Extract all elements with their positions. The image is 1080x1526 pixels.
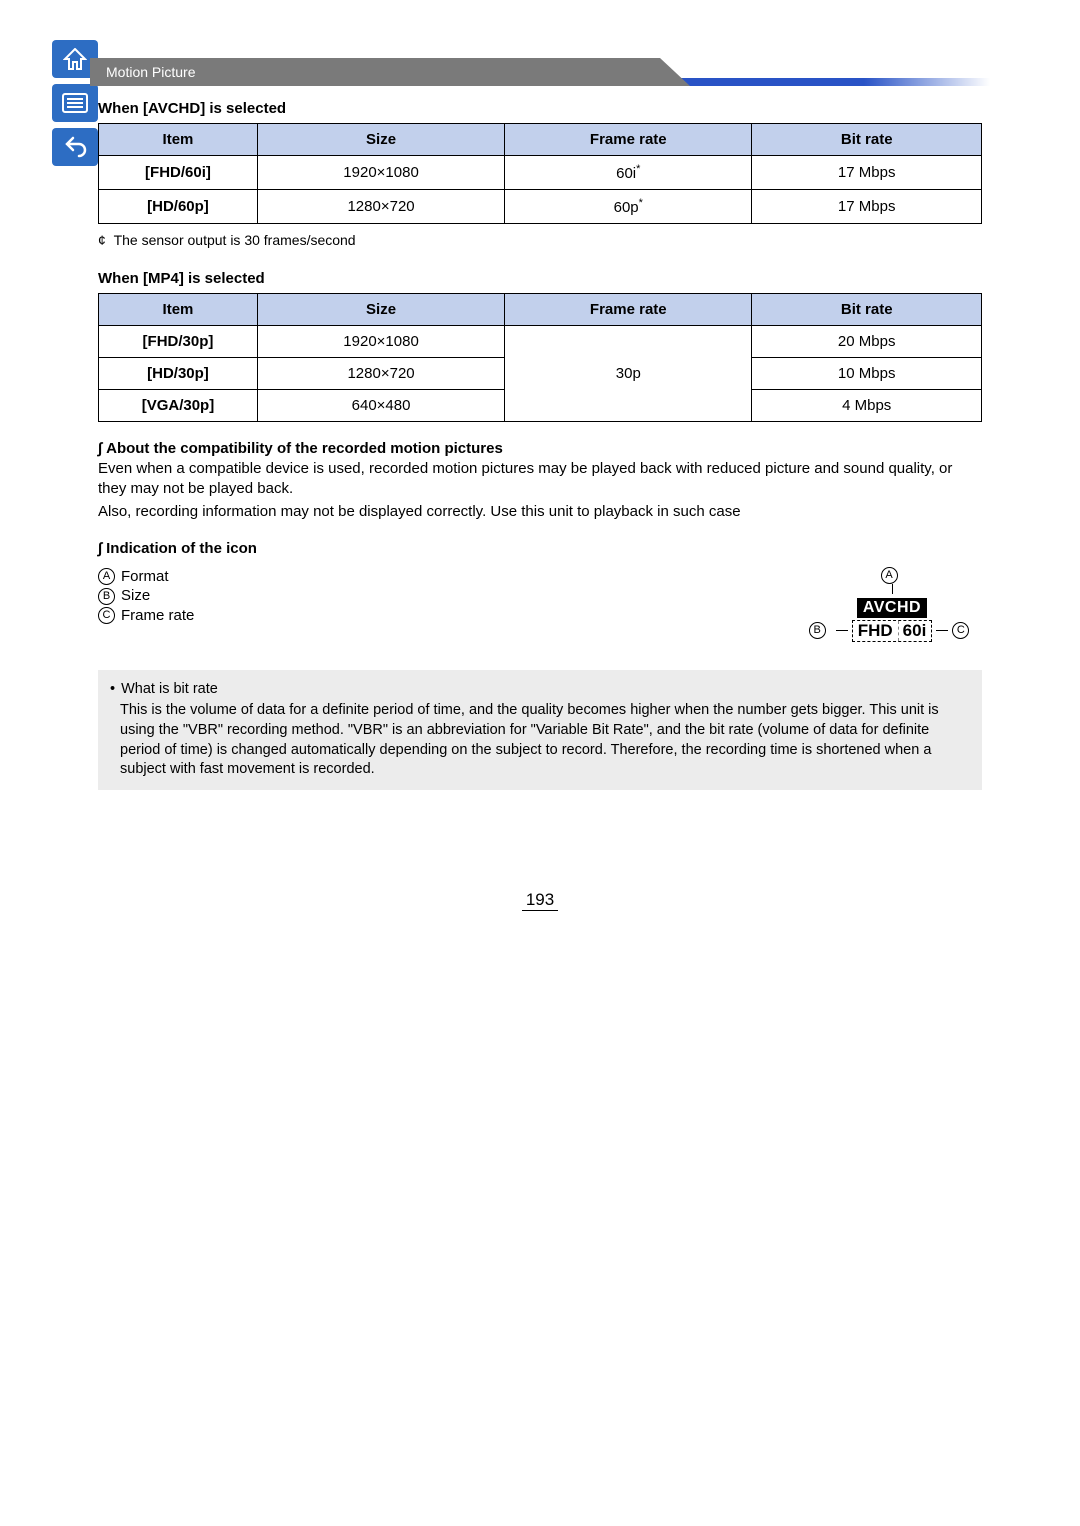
cell-frame: 60i* bbox=[505, 156, 752, 190]
cell-item: [VGA/30p] bbox=[99, 390, 258, 422]
cell-size: 1920×1080 bbox=[257, 326, 504, 358]
cell-bit: 10 Mbps bbox=[752, 358, 982, 390]
cell-frame-merged: 30p bbox=[505, 326, 752, 422]
th-item: Item bbox=[99, 124, 258, 156]
th-frame: Frame rate bbox=[505, 124, 752, 156]
table-header-row: Item Size Frame rate Bit rate bbox=[99, 294, 982, 326]
legend-item: BSize bbox=[98, 586, 802, 606]
compat-p2: Also, recording information may not be d… bbox=[98, 502, 982, 522]
table-row: [HD/60p] 1280×720 60p* 17 Mbps bbox=[99, 190, 982, 224]
th-bit: Bit rate bbox=[752, 294, 982, 326]
table-avchd: Item Size Frame rate Bit rate [FHD/60i] … bbox=[98, 123, 982, 224]
cell-frame: 60p* bbox=[505, 190, 752, 224]
table-header-row: Item Size Frame rate Bit rate bbox=[99, 124, 982, 156]
page-number: 193 bbox=[98, 890, 982, 910]
th-item: Item bbox=[99, 294, 258, 326]
breadcrumb-text: Motion Picture bbox=[106, 64, 195, 80]
th-size: Size bbox=[257, 294, 504, 326]
cell-bit: 20 Mbps bbox=[752, 326, 982, 358]
th-size: Size bbox=[257, 124, 504, 156]
cell-size: 1280×720 bbox=[257, 190, 504, 224]
info-note: • What is bit rate This is the volume of… bbox=[98, 670, 982, 790]
icon-box: FHD 60i bbox=[852, 620, 933, 642]
table-row: [FHD/60i] 1920×1080 60i* 17 Mbps bbox=[99, 156, 982, 190]
cell-item: [HD/30p] bbox=[99, 358, 258, 390]
compat-p1: Even when a compatible device is used, r… bbox=[98, 459, 982, 500]
note-title: • What is bit rate bbox=[110, 680, 970, 700]
cell-item: [FHD/60i] bbox=[99, 156, 258, 190]
cell-bit: 4 Mbps bbox=[752, 390, 982, 422]
th-frame: Frame rate bbox=[505, 294, 752, 326]
cell-size: 640×480 bbox=[257, 390, 504, 422]
cell-item: [FHD/30p] bbox=[99, 326, 258, 358]
legend-item: CFrame rate bbox=[98, 606, 802, 626]
table-mp4: Item Size Frame rate Bit rate [FHD/30p] … bbox=[98, 293, 982, 422]
cell-bit: 17 Mbps bbox=[752, 156, 982, 190]
cell-size: 1920×1080 bbox=[257, 156, 504, 190]
indic-figure: A AVCHD B FHD 60i C bbox=[802, 563, 982, 642]
cell-bit: 17 Mbps bbox=[752, 190, 982, 224]
cell-item: [HD/60p] bbox=[99, 190, 258, 224]
cell-size: 1280×720 bbox=[257, 358, 504, 390]
page-header: Motion Picture bbox=[90, 50, 990, 86]
th-bit: Bit rate bbox=[752, 124, 982, 156]
legend-item: AFormat bbox=[98, 567, 802, 587]
block-title-indic: ∫Indication of the icon bbox=[98, 540, 982, 557]
table-row: [FHD/30p] 1920×1080 30p 20 Mbps bbox=[99, 326, 982, 358]
breadcrumb: Motion Picture bbox=[90, 58, 690, 86]
section-title-avchd: When [AVCHD] is selected bbox=[98, 100, 982, 117]
avchd-badge: AVCHD bbox=[857, 598, 927, 618]
section-title-mp4: When [MP4] is selected bbox=[98, 270, 982, 287]
note-body: This is the volume of data for a definit… bbox=[110, 701, 970, 779]
indic-legend: AFormat BSize CFrame rate bbox=[98, 563, 802, 642]
block-title-compat: ∫About the compatibility of the recorded… bbox=[98, 440, 982, 457]
footnote-avchd: ¢ The sensor output is 30 frames/second bbox=[98, 232, 982, 248]
